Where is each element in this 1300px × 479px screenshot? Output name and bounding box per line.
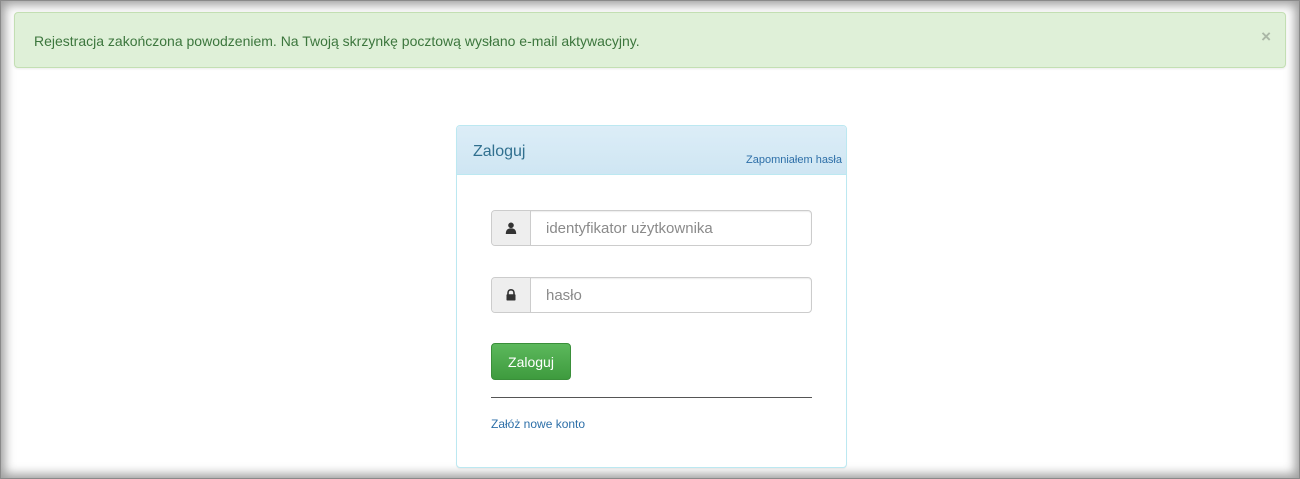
login-panel: Zaloguj Zapomniałem hasła Zaloguj bbox=[456, 125, 847, 468]
forgot-password-link[interactable]: Zapomniałem hasła bbox=[746, 154, 842, 166]
create-account-link[interactable]: Załóż nowe konto bbox=[491, 417, 585, 431]
alert-close-button[interactable]: × bbox=[1261, 28, 1271, 45]
password-input-group bbox=[491, 277, 812, 313]
page-frame: Rejestracja zakończona powodzeniem. Na T… bbox=[0, 0, 1300, 479]
divider bbox=[491, 397, 812, 398]
success-alert: Rejestracja zakończona powodzeniem. Na T… bbox=[14, 12, 1286, 68]
login-button[interactable]: Zaloguj bbox=[491, 343, 571, 380]
username-input-group bbox=[491, 210, 812, 246]
lock-icon bbox=[506, 289, 516, 301]
login-panel-title: Zaloguj bbox=[473, 143, 526, 160]
password-addon bbox=[492, 278, 531, 312]
user-icon bbox=[505, 222, 517, 234]
login-panel-heading: Zaloguj Zapomniałem hasła bbox=[457, 126, 846, 175]
alert-message: Rejestracja zakończona powodzeniem. Na T… bbox=[34, 33, 640, 49]
password-input[interactable] bbox=[531, 278, 809, 312]
username-input[interactable] bbox=[531, 211, 809, 245]
username-addon bbox=[492, 211, 531, 245]
